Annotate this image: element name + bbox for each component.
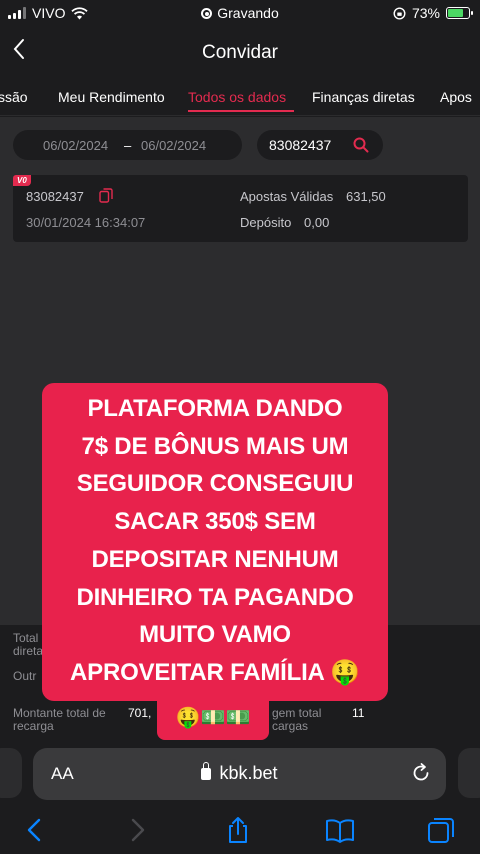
tab-todos-os-dados[interactable]: Todos os dados [188, 89, 286, 105]
count-label-2: cargas [272, 719, 309, 733]
url-text: kbk.bet [219, 763, 278, 783]
caption-line: PLATAFORMA DANDO [87, 395, 343, 422]
date-start: 06/02/2024 [43, 138, 109, 153]
next-tab-preview[interactable] [458, 748, 480, 798]
url-display[interactable]: kbk.bet [33, 762, 446, 784]
browser-toolbar [0, 806, 480, 854]
active-tab-indicator [188, 110, 294, 112]
tab-bar: ssão Meu Rendimento Todos os dados Finan… [0, 80, 480, 116]
date-end: 06/02/2024 [141, 138, 207, 153]
valid-bets-value: 631,50 [346, 189, 386, 204]
user-id: 83082437 [26, 189, 84, 204]
forward-icon[interactable] [122, 815, 152, 845]
caption-line: DEPOSITAR NENHUM [91, 545, 339, 573]
battery-fill [448, 9, 463, 17]
caption-line: APROVEITAR FAMÍLIA 🤑 [70, 658, 360, 686]
orientation-lock-icon [393, 6, 406, 20]
recharge-amount-value: 701, [128, 706, 152, 720]
share-icon[interactable] [223, 815, 253, 845]
date-range-picker[interactable]: 06/02/2024 – 06/02/2024 [13, 130, 242, 160]
tab-meu-rendimento[interactable]: Meu Rendimento [58, 89, 165, 105]
search-box [257, 130, 383, 160]
page-title: Convidar [201, 42, 279, 63]
reload-icon[interactable] [410, 762, 432, 784]
caption-line: 7$ DE BÔNUS MAIS UM [81, 432, 349, 460]
caption-line: MUITO VAMO [139, 621, 291, 649]
back-icon[interactable] [20, 815, 50, 845]
status-bar: VIVO Gravando 73% [0, 0, 480, 26]
record-timestamp: 30/01/2024 16:34:07 [26, 215, 146, 230]
copy-icon[interactable] [99, 188, 113, 203]
recording-label: Gravando [217, 5, 279, 21]
promo-caption-text: PLATAFORMA DANDO 7$ DE BÔNUS MAIS UM SEG… [42, 390, 388, 692]
browser-address-area: AA kbk.bet [0, 740, 480, 806]
nav-bar: Convidar [0, 26, 480, 80]
deposit-value: 0,00 [304, 215, 330, 230]
battery-icon [446, 7, 473, 19]
recharge-amount-label-2: recarga [13, 719, 54, 733]
record-card: V0 83082437 30/01/2024 16:34:07 Apostas … [13, 175, 468, 242]
tabs-icon[interactable] [426, 815, 456, 845]
date-separator: – [124, 138, 132, 153]
caption-line: SACAR 350$ SEM [114, 508, 316, 536]
deposit-label: Depósito [240, 215, 292, 230]
previous-tab-preview[interactable] [0, 748, 22, 798]
caption-emoji-line: 🤑💵💵 [175, 707, 251, 729]
others-label: Outr [13, 669, 37, 683]
caption-line: DINHEIRO TA PAGANDO [76, 583, 354, 611]
search-input[interactable] [269, 137, 353, 153]
bookmarks-icon[interactable] [325, 815, 355, 845]
status-right: 73% [393, 5, 473, 21]
tab-financas-diretas[interactable]: Finanças diretas [312, 89, 415, 105]
url-bar[interactable]: AA kbk.bet [33, 748, 446, 800]
record-icon [201, 8, 213, 19]
vip-level-badge: V0 [13, 175, 31, 186]
count-value: 11 [352, 706, 365, 720]
battery-percent: 73% [411, 5, 440, 21]
tab-comissao[interactable]: ssão [0, 89, 28, 105]
lock-icon [201, 762, 212, 780]
tab-apostas[interactable]: Apos [440, 89, 472, 105]
valid-bets-label: Apostas Válidas [240, 189, 334, 204]
search-icon[interactable] [353, 137, 369, 153]
caption-line: SEGUIDOR CONSEGUIU [76, 470, 354, 498]
